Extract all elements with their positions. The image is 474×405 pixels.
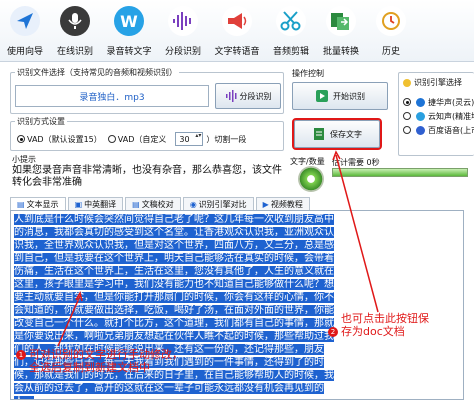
annotation-2-badge: 2: [328, 327, 338, 337]
annotation-1: 1 可对识别的文字进行手动修改， 全选后复制到新建文档中: [16, 348, 183, 374]
annotation-2-line2: 存为doc文档: [341, 325, 405, 338]
annotation-2-line1: 也可点击此按钮保: [341, 312, 429, 325]
annotation-2: 也可点击此按钮保 2 存为doc文档: [328, 312, 429, 338]
annotation-1-line2: 全选后复制到新建文档中: [29, 361, 150, 374]
annotation-arrows: [57, 150, 379, 347]
annotation-1-badge: 1: [16, 350, 26, 360]
annotation-1-line1: 可对识别的文字进行手动修改，: [29, 348, 183, 361]
